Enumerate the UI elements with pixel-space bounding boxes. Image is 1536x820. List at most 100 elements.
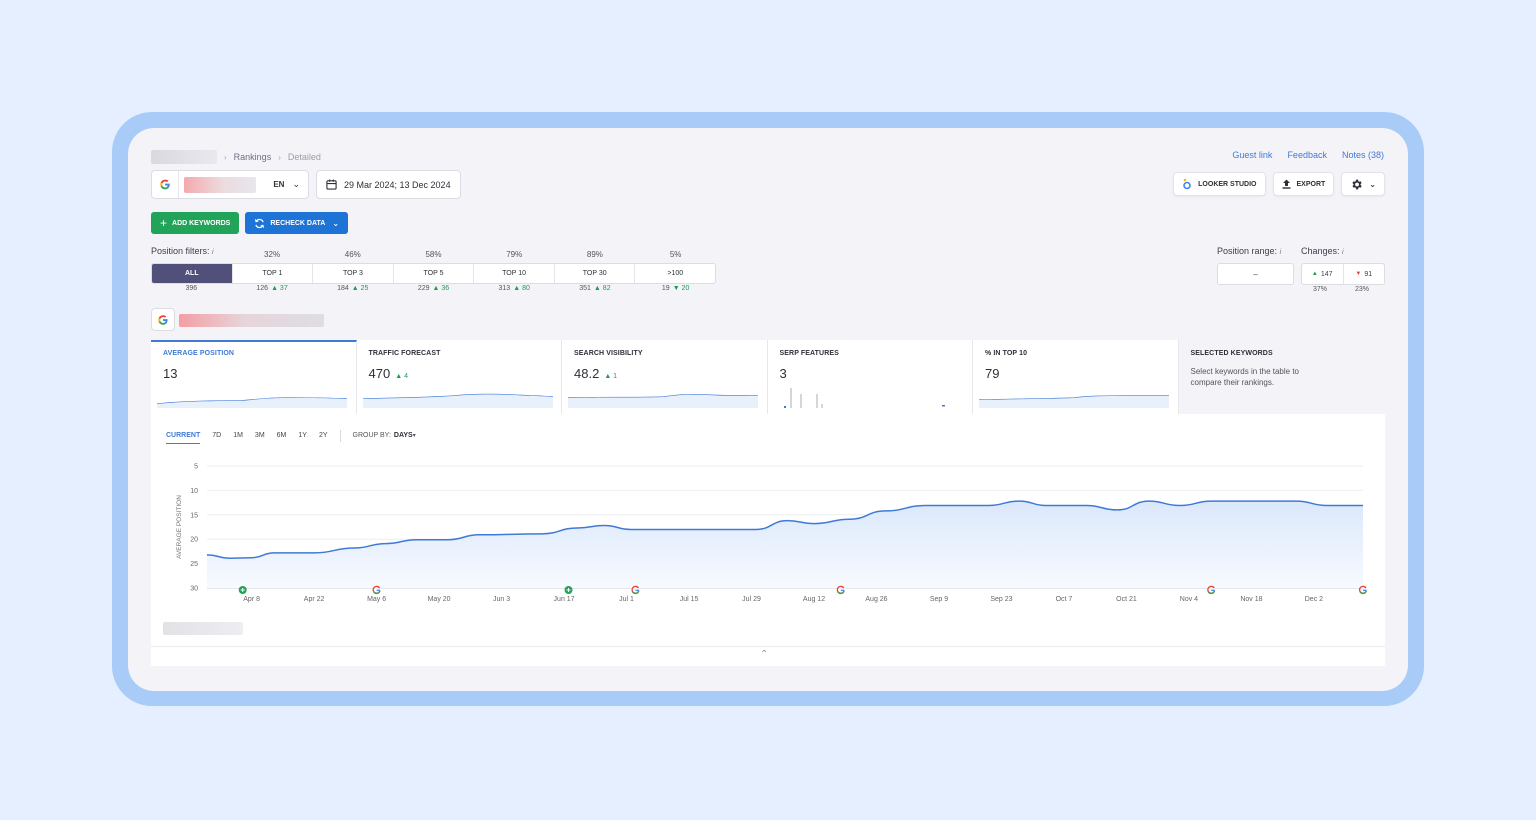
search-engine-badge[interactable]	[151, 308, 175, 331]
metric-title: AVERAGE POSITION	[163, 350, 235, 357]
position-filter-percent: 89%	[586, 250, 603, 259]
breadcrumb-rankings[interactable]: Rankings	[234, 152, 272, 162]
app-window: › Rankings › Detailed Guest link Feedbac…	[128, 128, 1408, 691]
changes-up-button[interactable]: ▲ 147	[1302, 264, 1343, 284]
google-icon	[158, 314, 168, 325]
search-engine-selector[interactable]: EN ⌄	[151, 170, 309, 199]
position-filter-tab[interactable]: ALL	[152, 264, 232, 283]
metric-delta: ▲ 4	[395, 373, 408, 380]
position-filter-tab[interactable]: TOP 30	[553, 264, 635, 283]
guest-link[interactable]: Guest link	[1232, 150, 1272, 160]
table-header-blurred	[163, 622, 243, 635]
x-tick-label: Oct 7	[1056, 596, 1073, 603]
position-filter-count: 229 ▲ 36	[417, 285, 450, 292]
position-filter-count: 126 ▲ 37	[256, 285, 288, 292]
changes-label: Changes: i	[1301, 246, 1344, 256]
position-filter-delta: ▲ 80	[513, 285, 530, 292]
range-tab-6m[interactable]: 6M	[277, 432, 287, 439]
position-filters-label: Position filters: i	[151, 246, 214, 256]
position-filter-count: 396	[185, 285, 198, 292]
metric-serp-features[interactable]: SERP FEATURES 3	[767, 340, 973, 414]
export-label: EXPORT	[1296, 180, 1326, 188]
position-range-input[interactable]: –	[1217, 263, 1294, 285]
x-tick-label: Apr 22	[304, 596, 325, 603]
export-button[interactable]: EXPORT	[1272, 172, 1335, 196]
x-tick-label: Oct 21	[1116, 596, 1137, 603]
caret-down-icon: ▾	[412, 433, 416, 439]
breadcrumb-separator-icon: ›	[278, 152, 281, 162]
range-tab-2y[interactable]: 2Y	[319, 432, 328, 439]
gear-icon	[1352, 179, 1362, 189]
breadcrumb-project-blurred[interactable]	[151, 150, 217, 164]
serp-bars	[783, 388, 945, 408]
metric-title: SELECTED KEYWORDS	[1190, 350, 1273, 357]
position-filter-tab[interactable]: TOP 3	[312, 264, 393, 283]
position-filter-percent: 46%	[344, 250, 361, 259]
metric-traffic-forecast[interactable]: TRAFFIC FORECAST 470 ▲ 4	[356, 340, 562, 414]
position-filter-percent: 79%	[506, 250, 523, 259]
chart-panel: 5 10 15 20 25 30 AVERAGE POSITION Apr 8 Apr 22 Ma…	[151, 414, 1385, 666]
add-keywords-button[interactable]: + ADD KEYWORDS	[151, 212, 240, 234]
range-tab-current[interactable]: CURRENT	[166, 432, 201, 444]
range-tab-1y[interactable]: 1Y	[298, 432, 307, 439]
add-keywords-label: ADD KEYWORDS	[172, 219, 231, 227]
looker-studio-button[interactable]: LOOKER STUDIO	[1173, 172, 1266, 196]
y-tick-label: 10	[190, 488, 198, 495]
recheck-data-button[interactable]: RECHECK DATA ⌄	[245, 212, 349, 234]
position-filter-tab[interactable]: TOP 10	[473, 264, 554, 283]
sparkline	[568, 394, 758, 408]
x-tick-label: Dec 2	[1305, 596, 1323, 603]
metric-title: % IN TOP 10	[985, 350, 1028, 357]
feedback-link[interactable]: Feedback	[1287, 150, 1327, 160]
position-filter-percent: 32%	[264, 250, 281, 259]
looker-icon	[1183, 178, 1191, 190]
arrow-up-icon: ▲	[1311, 271, 1318, 277]
x-tick-label: May 6	[367, 596, 386, 603]
metric-percent-top10[interactable]: % IN TOP 10 79	[973, 340, 1179, 414]
position-filter-delta: ▲ 82	[593, 285, 611, 292]
metric-average-position[interactable]: AVERAGE POSITION 13	[151, 340, 357, 414]
position-range-label: Position range: i	[1217, 246, 1282, 256]
x-tick-label: Sep 23	[990, 596, 1012, 603]
x-tick-label: Jun 3	[493, 596, 510, 603]
position-filter-percent: 58%	[425, 250, 442, 259]
metric-value: 48.2	[574, 366, 600, 381]
x-tick-label: Aug 12	[803, 596, 825, 603]
notes-link[interactable]: Notes (38)	[1342, 150, 1384, 160]
project-domain-blurred	[179, 314, 324, 327]
changes-down-button[interactable]: ▼ 91	[1342, 264, 1385, 284]
arrow-down-icon: ▼	[1355, 271, 1362, 277]
position-filter-tab[interactable]: >100	[634, 264, 715, 283]
metric-title: SEARCH VISIBILITY	[574, 350, 643, 357]
range-tab-7d[interactable]: 7D	[212, 432, 221, 439]
metric-value: 79	[985, 366, 1000, 381]
date-range-text: 29 Mar 2024; 13 Dec 2024	[344, 179, 451, 190]
language-label: EN	[273, 180, 285, 189]
refresh-icon	[255, 218, 265, 228]
y-tick-label: 25	[190, 561, 198, 568]
range-tab-3m[interactable]: 3M	[255, 432, 265, 439]
metric-search-visibility[interactable]: SEARCH VISIBILITY 48.2 ▲ 1	[562, 340, 768, 414]
upload-icon	[1282, 179, 1290, 189]
position-filter-count: 313 ▲ 80	[498, 285, 530, 292]
time-range-tabs: CURRENT 7D 1M 3M 6M 1Y 2Y GROUP BY: DAYS▾	[166, 427, 416, 444]
metric-title: SERP FEATURES	[779, 350, 839, 357]
y-axis-label: AVERAGE POSITION	[176, 495, 183, 559]
metric-value: 470	[368, 366, 391, 381]
metric-description: Select keywords in the table to compare …	[1190, 367, 1300, 387]
x-tick-label: Sep 9	[930, 596, 948, 603]
group-by-selector[interactable]: GROUP BY: DAYS▾	[353, 432, 416, 439]
settings-button[interactable]: ⌄	[1341, 172, 1385, 196]
x-tick-label: Aug 26	[865, 596, 887, 603]
metric-delta: ▲ 1	[604, 373, 618, 380]
position-filter-tab[interactable]: TOP 1	[231, 264, 313, 283]
date-range-picker[interactable]: 29 Mar 2024; 13 Dec 2024	[316, 170, 461, 199]
range-tab-1m[interactable]: 1M	[233, 432, 243, 439]
metric-title: TRAFFIC FORECAST	[368, 350, 441, 357]
position-filter-tab[interactable]: TOP 5	[392, 264, 474, 283]
position-filter-delta: ▲ 25	[351, 285, 369, 292]
changes-filter: ▲ 147 ▼ 91	[1301, 263, 1385, 285]
recheck-data-label: RECHECK DATA	[270, 219, 326, 227]
chevron-up-icon[interactable]: ⌃	[760, 649, 768, 660]
changes-down-count: 91	[1364, 270, 1373, 278]
